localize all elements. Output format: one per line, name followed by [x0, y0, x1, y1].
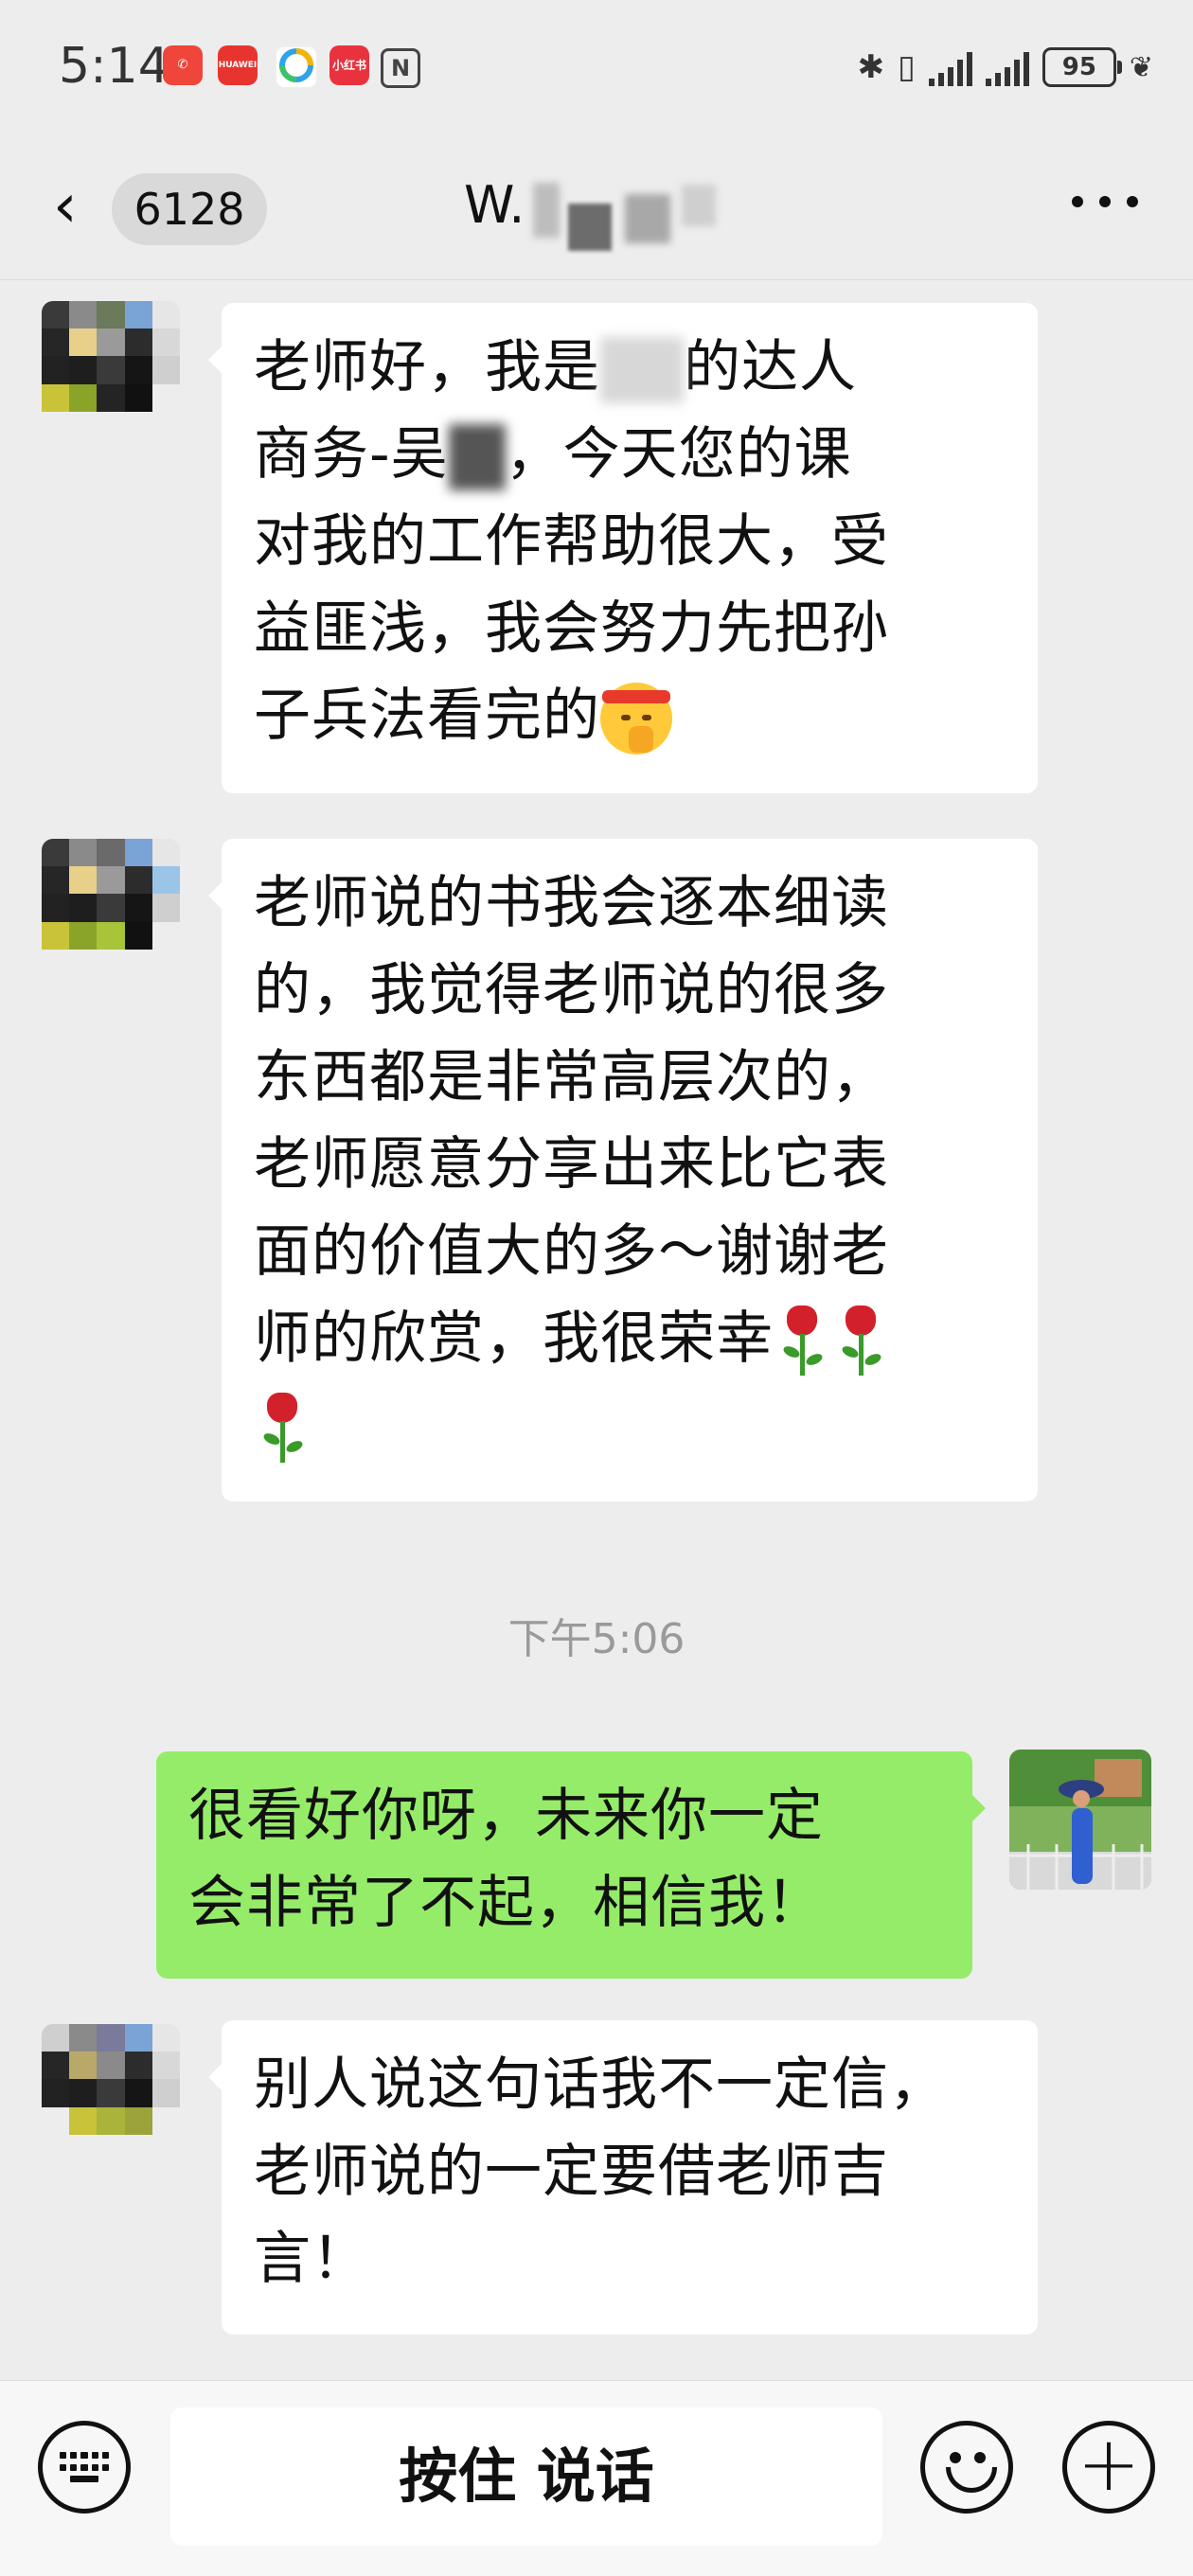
user-avatar[interactable] — [1009, 1750, 1151, 1890]
chat-title: W. — [464, 175, 525, 235]
leaf-icon: ❦ — [1129, 50, 1153, 84]
contact-avatar[interactable] — [42, 301, 180, 439]
chat-input-bar: 按住 说话 + — [0, 2380, 1193, 2576]
redacted-title-block — [533, 183, 560, 238]
message-text: 很看好你呀，未来你一定 会非常了不起，相信我！ — [188, 1783, 824, 1936]
back-chevron-icon[interactable]: ‹ — [53, 176, 85, 237]
plus-icon[interactable]: + — [1062, 2421, 1155, 2514]
chat-header: ‹ 6128 W. — [0, 137, 1193, 280]
more-options-icon[interactable] — [1072, 192, 1138, 211]
message-text: 老师好，我是 的达人 商务-吴 ，今天您的课 对我的工作帮助很大，受 益匪浅，我会努… — [254, 324, 1006, 759]
rose-emoji-icon — [254, 1391, 312, 1466]
rose-emoji-icon — [832, 1304, 891, 1379]
message-text: 别人说这句话我不一定信， 老师说的一定要借老师吉 言！ — [254, 2052, 947, 2292]
message-bubble-incoming[interactable]: 老师说的书我会逐本细读 的，我觉得老师说的很多 东西都是非常高层次的， 老师愿意… — [208, 839, 1038, 1501]
emoji-icon[interactable] — [920, 2421, 1013, 2514]
redacted-text — [448, 424, 506, 491]
hold-to-talk-button[interactable]: 按住 说话 — [170, 2407, 882, 2546]
rose-emoji-icon — [774, 1304, 832, 1379]
redacted-title-block — [625, 194, 670, 243]
shush-emoji-icon — [600, 683, 672, 755]
contact-avatar[interactable] — [42, 2024, 180, 2162]
bluetooth-icon: ✱ — [857, 48, 885, 86]
signal-icon — [928, 48, 972, 86]
redacted-title-block — [682, 185, 716, 226]
unread-count-badge[interactable]: 6128 — [112, 173, 267, 245]
bottom-spacer — [0, 2556, 1193, 2575]
redacted-title-block — [568, 204, 612, 251]
message-text: 老师说的书我会逐本细读 的，我觉得老师说的很多 东西都是非常高层次的， 老师愿意… — [254, 860, 1006, 1469]
status-indicators: ✱ ▯ 95 ❦ — [858, 44, 1153, 91]
signal-icon-2 — [985, 48, 1029, 86]
battery-icon: 95 — [1042, 47, 1122, 87]
nfc-icon: N — [381, 48, 420, 88]
vibrate-icon: ▯ — [898, 48, 916, 86]
huawei-app-icon: HUAWEI — [218, 45, 258, 85]
redacted-text — [600, 337, 684, 404]
contact-avatar[interactable] — [42, 839, 180, 977]
xiaohongshu-app-icon: 小红书 — [329, 45, 369, 85]
missed-call-icon: ✆ — [163, 45, 203, 85]
message-timestamp: 下午5:06 — [507, 1615, 686, 1663]
status-time: 5:14 — [59, 38, 169, 95]
message-bubble-outgoing[interactable]: 很看好你呀，未来你一定 会非常了不起，相信我！ — [156, 1751, 986, 1979]
message-bubble-incoming[interactable]: 老师好，我是 的达人 商务-吴 ，今天您的课 对我的工作帮助很大，受 益匪浅，我会努… — [208, 303, 1038, 793]
browser-app-icon — [275, 45, 318, 89]
status-bar: 5:14 ✆ HUAWEI 小红书 N ✱ ▯ 95 ❦ — [0, 0, 1193, 137]
keyboard-icon[interactable] — [38, 2421, 131, 2514]
message-bubble-incoming[interactable]: 别人说这句话我不一定信， 老师说的一定要借老师吉 言！ — [208, 2020, 1038, 2335]
